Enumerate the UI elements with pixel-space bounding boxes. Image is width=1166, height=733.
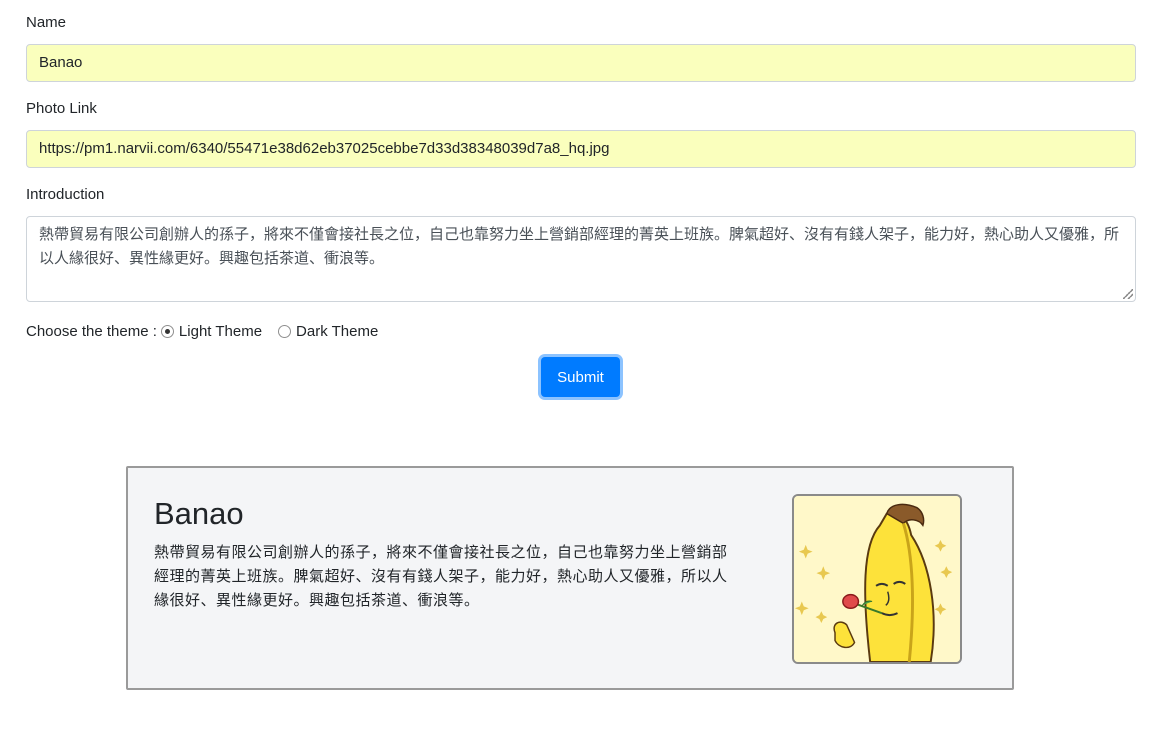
resize-handle[interactable] xyxy=(1123,289,1133,299)
introduction-textarea[interactable]: 熱帶貿易有限公司創辦人的孫子，將來不僅會接社長之位，自己也靠努力坐上營銷部經理的… xyxy=(26,216,1136,302)
theme-label: Choose the theme : xyxy=(26,322,157,340)
dark-theme-radio[interactable] xyxy=(278,324,292,338)
theme-selector: Choose the theme : Light Theme Dark Them… xyxy=(26,320,390,342)
name-label: Name xyxy=(26,14,67,31)
card-name: Banao xyxy=(154,496,244,531)
photo-link-input[interactable]: https://pm1.narvii.com/6340/55471e38d62e… xyxy=(26,130,1136,168)
name-input[interactable]: Banao xyxy=(26,44,1136,82)
profile-card: Banao 熱帶貿易有限公司創辦人的孫子，將來不僅會接社長之位，自己也靠努力坐上… xyxy=(126,466,1014,690)
dark-theme-label[interactable]: Dark Theme xyxy=(296,323,378,340)
introduction-label: Introduction xyxy=(26,186,105,203)
light-theme-label[interactable]: Light Theme xyxy=(179,323,262,340)
banana-character-icon xyxy=(794,496,960,662)
introduction-text: 熱帶貿易有限公司創辦人的孫子，將來不僅會接社長之位，自己也靠努力坐上營銷部經理的… xyxy=(39,226,1120,267)
light-theme-radio[interactable] xyxy=(160,324,174,338)
card-introduction: 熱帶貿易有限公司創辦人的孫子，將來不僅會接社長之位，自己也靠努力坐上營銷部經理的… xyxy=(154,544,728,609)
photo-link-label: Photo Link xyxy=(26,100,97,117)
profile-photo xyxy=(792,494,962,664)
submit-button[interactable]: Submit xyxy=(541,357,620,397)
